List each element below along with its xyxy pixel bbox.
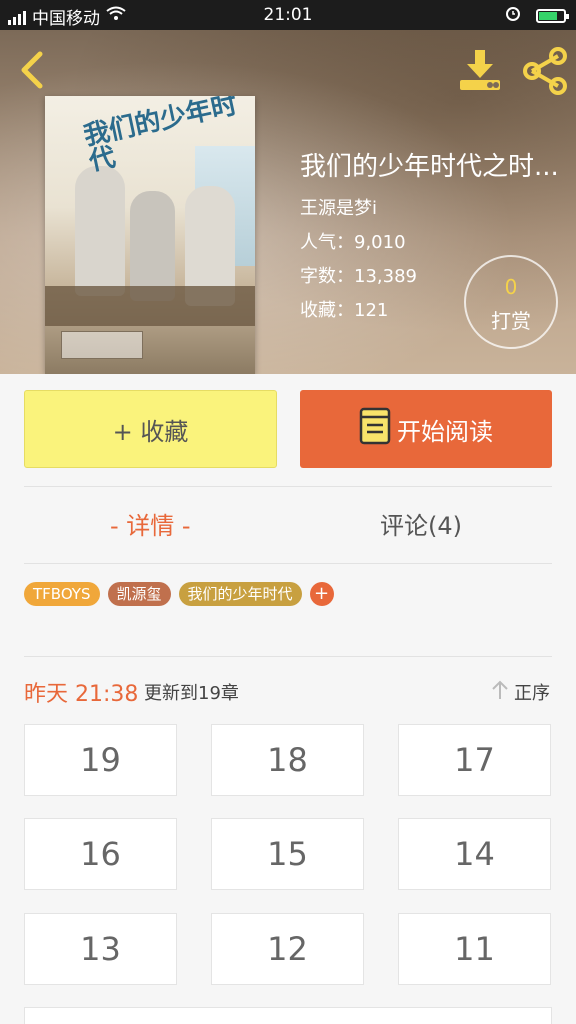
chapter-button[interactable]: 15: [211, 818, 364, 890]
status-bar: 中国移动 21:01: [0, 0, 576, 30]
add-favorite-button[interactable]: + 收藏: [24, 390, 277, 468]
arrow-up-icon: [490, 680, 510, 705]
chapter-button[interactable]: 18: [211, 724, 364, 796]
add-favorite-label: + 收藏: [112, 417, 189, 446]
alarm-icon: [504, 4, 522, 27]
chapter-button[interactable]: 16: [24, 818, 177, 890]
tab-detail[interactable]: - 详情 -: [110, 506, 191, 541]
download-icon: [460, 50, 500, 90]
tip-button[interactable]: 0 打赏: [464, 255, 558, 349]
tip-label: 打赏: [491, 309, 531, 333]
book-icon: [359, 407, 391, 451]
chapter-button[interactable]: 19: [24, 724, 177, 796]
start-reading-button[interactable]: 开始阅读: [300, 390, 552, 468]
share-icon: [523, 47, 567, 95]
update-time: 昨天 21:38: [24, 682, 139, 707]
chapter-button[interactable]: 13: [24, 913, 177, 985]
sort-order-label: 正序: [514, 683, 550, 704]
book-title: 我们的少年时代之时...: [300, 152, 559, 182]
tag-item[interactable]: 我们的少年时代: [178, 582, 302, 606]
sort-order-button[interactable]: 正序: [490, 679, 550, 705]
book-author[interactable]: 王源是梦i: [300, 194, 377, 220]
download-button[interactable]: [456, 46, 504, 94]
chevron-left-icon: [21, 51, 43, 89]
tag-item[interactable]: TFBOYS: [24, 582, 100, 606]
book-header: 我们的少年时代 我们的少年时代之时... 王源是梦i 人气：9,010 字数：1…: [0, 30, 576, 374]
battery-icon: [536, 8, 569, 23]
start-reading-label: 开始阅读: [397, 417, 493, 446]
back-button[interactable]: [14, 48, 50, 92]
add-tag-button[interactable]: +: [309, 582, 334, 606]
chapter-row-partial: [24, 1007, 552, 1024]
clock: 21:01: [263, 5, 313, 25]
book-popularity: 人气：9,010: [300, 232, 406, 253]
divider: [24, 656, 552, 657]
update-text: 更新到19章: [144, 683, 239, 704]
chapter-button[interactable]: 17: [398, 724, 551, 796]
chapter-button[interactable]: 14: [398, 818, 551, 890]
book-wordcount: 字数：13,389: [300, 266, 417, 287]
book-cover[interactable]: 我们的少年时代: [45, 96, 255, 374]
tag-list: TFBOYS 凯源玺 我们的少年时代 +: [24, 582, 334, 606]
share-button[interactable]: [520, 46, 570, 96]
chapter-button[interactable]: 11: [398, 913, 551, 985]
tag-item[interactable]: 凯源玺: [107, 582, 171, 606]
book-favorites: 收藏：121: [300, 300, 389, 321]
divider: [24, 486, 552, 487]
divider: [24, 563, 552, 564]
chapter-button[interactable]: 12: [211, 913, 364, 985]
tab-comments[interactable]: 评论(4): [380, 506, 462, 541]
tip-count: 0: [504, 275, 518, 299]
